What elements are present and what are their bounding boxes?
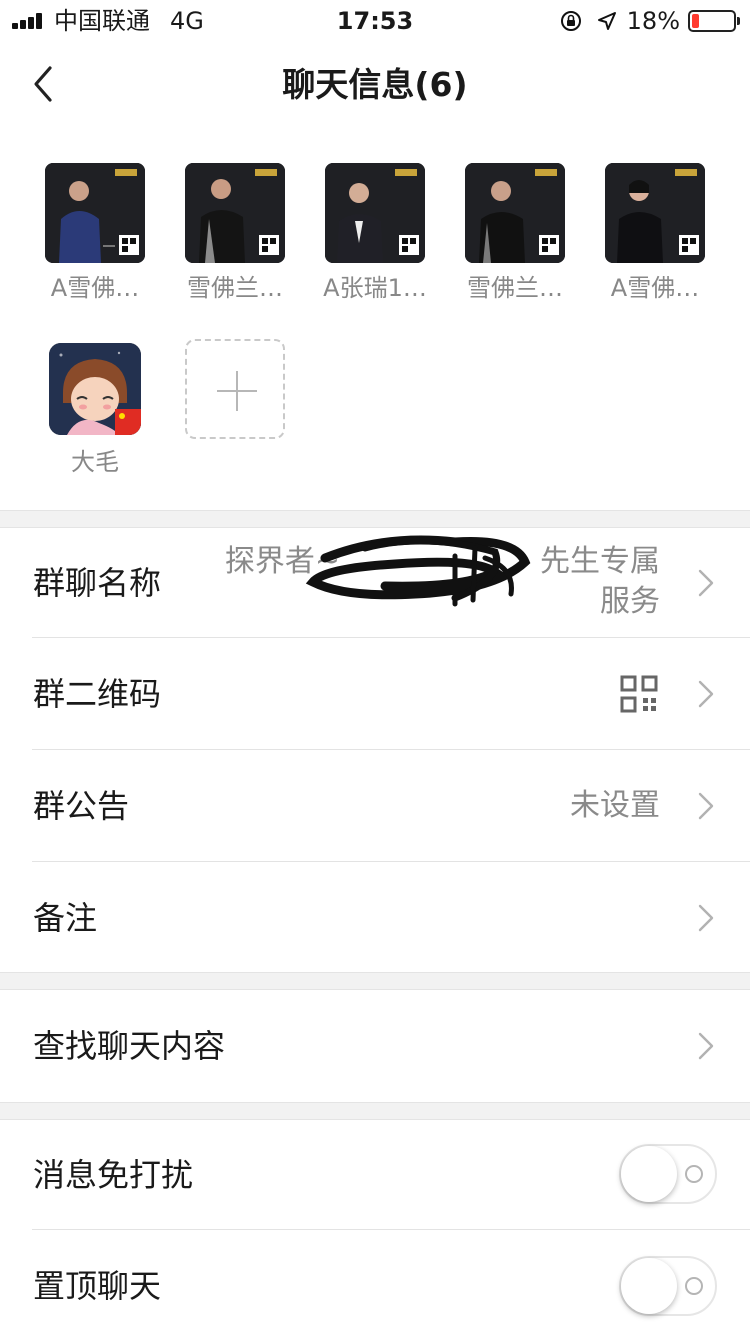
announcement-label: 群公告 xyxy=(33,787,130,825)
chevron-right-icon xyxy=(698,1032,714,1060)
pin-chat-row: 置顶聊天 xyxy=(0,1230,750,1334)
toggle-off-icon xyxy=(685,1277,703,1295)
member-name: 雪佛兰… xyxy=(187,274,283,302)
redaction-scribble xyxy=(305,535,531,607)
battery-percent: 18% xyxy=(626,7,680,35)
section-gap xyxy=(0,1102,750,1120)
search-chat-history-row[interactable]: 查找聊天内容 xyxy=(0,990,750,1102)
mute-notifications-toggle[interactable] xyxy=(619,1144,717,1204)
member-name: A雪佛… xyxy=(610,274,700,302)
chevron-right-icon xyxy=(698,680,714,708)
member-avatar xyxy=(465,163,565,263)
battery-icon xyxy=(688,10,740,32)
status-right-group: 18% xyxy=(559,6,740,36)
pin-chat-toggle[interactable] xyxy=(619,1256,717,1316)
chevron-right-icon xyxy=(698,569,714,597)
section-gap xyxy=(0,510,750,528)
section-gap xyxy=(0,972,750,990)
toggle-off-icon xyxy=(685,1165,703,1183)
member-item[interactable]: 雪佛兰… xyxy=(175,163,295,305)
plus-icon xyxy=(217,371,257,411)
group-name-label: 群聊名称 xyxy=(33,564,162,602)
announcement-value: 未设置 xyxy=(570,788,660,823)
qr-code-icon xyxy=(620,675,658,713)
member-name: A张瑞1… xyxy=(323,274,427,302)
orientation-lock-icon xyxy=(560,11,581,31)
group-qr-label: 群二维码 xyxy=(33,675,162,713)
toggle-knob xyxy=(621,1258,677,1314)
status-bar: 中国联通 4G 17:53 18% xyxy=(0,0,750,42)
location-arrow-icon xyxy=(597,12,616,30)
nav-bar: 聊天信息(6) xyxy=(0,42,750,128)
member-avatar xyxy=(45,163,145,263)
member-avatar xyxy=(185,163,285,263)
chevron-right-icon xyxy=(698,792,714,820)
chevron-right-icon xyxy=(698,904,714,932)
member-item[interactable]: A雪佛… xyxy=(595,163,715,305)
member-name: A雪佛… xyxy=(50,274,140,302)
member-name: 雪佛兰… xyxy=(467,274,563,302)
pin-chat-label: 置顶聊天 xyxy=(33,1267,162,1305)
page-title: 聊天信息(6) xyxy=(282,65,468,104)
mute-notifications-label: 消息免打扰 xyxy=(33,1156,194,1194)
toggle-knob xyxy=(621,1146,677,1202)
member-name: 大毛 xyxy=(71,448,119,476)
member-avatar xyxy=(605,163,705,263)
member-item[interactable]: 雪佛兰… xyxy=(455,163,575,305)
member-item[interactable]: 大毛 xyxy=(35,343,155,479)
remark-label: 备注 xyxy=(33,899,98,937)
member-item[interactable]: A雪佛… xyxy=(35,163,155,305)
member-avatar xyxy=(325,163,425,263)
mute-notifications-row: 消息免打扰 xyxy=(0,1120,750,1230)
remark-row[interactable]: 备注 xyxy=(0,862,750,972)
add-member-button[interactable] xyxy=(185,339,285,439)
member-grid: A雪佛… 雪佛兰… A张瑞1… 雪佛兰… A雪佛… 大毛 xyxy=(0,128,750,510)
group-qr-row[interactable]: 群二维码 xyxy=(0,638,750,750)
member-item[interactable]: A张瑞1… xyxy=(315,163,435,305)
search-chat-history-label: 查找聊天内容 xyxy=(33,1027,226,1065)
member-avatar xyxy=(49,343,141,435)
announcement-row[interactable]: 群公告 未设置 xyxy=(0,750,750,862)
